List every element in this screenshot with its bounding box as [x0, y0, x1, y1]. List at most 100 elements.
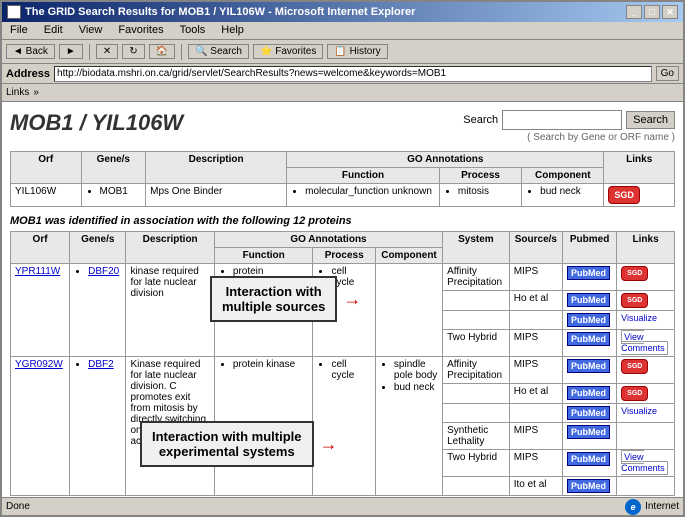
pubmed-btn-1-3[interactable]: PubMed: [567, 332, 610, 346]
menu-favorites[interactable]: Favorites: [114, 24, 167, 37]
title-bar-buttons[interactable]: _ □ ✕: [626, 5, 678, 19]
links-bar: Links »: [2, 84, 683, 102]
forward-button[interactable]: ►: [59, 44, 83, 59]
view-comments-1[interactable]: View Comments: [621, 330, 668, 355]
bot-src-2-4: MIPS: [509, 450, 562, 477]
ie-window-icon: e: [7, 5, 21, 19]
th-links-bot: Links: [617, 232, 675, 264]
main-content: MOB1 / YIL106W Search Search ( Search by…: [2, 102, 683, 497]
favorites-button[interactable]: ⭐ Favorites: [253, 44, 323, 59]
orf-link-2[interactable]: YGR092W: [15, 359, 63, 370]
search-toolbar-button[interactable]: 🔍 Search: [188, 44, 249, 59]
bot-comp-2: spindle pole body bud neck: [375, 357, 442, 496]
menu-help[interactable]: Help: [217, 24, 248, 37]
go-button[interactable]: Go: [656, 66, 679, 81]
pubmed-btn-2-0[interactable]: PubMed: [567, 359, 610, 373]
search-hint: ( Search by Gene or ORF name ): [527, 132, 675, 143]
bot-desc-1: kinase required for late nuclear divisio…: [126, 264, 214, 357]
top-orf: YIL106W: [11, 184, 82, 207]
gene-link-2[interactable]: DBF2: [88, 359, 114, 370]
sgd-icon-2-1[interactable]: SGD: [621, 386, 648, 401]
history-button[interactable]: 📋 History: [327, 44, 387, 59]
sgd-icon-1-1[interactable]: SGD: [621, 293, 648, 308]
links-bar-label: Links: [6, 87, 29, 98]
association-text-em: MOB1 was identified in association with …: [10, 215, 352, 227]
top-desc: Mps One Binder: [146, 184, 287, 207]
bot-links-2-1: SGD: [617, 384, 675, 404]
bot-sys-1-1: [443, 291, 510, 311]
bot-pub-2-4: PubMed: [563, 450, 617, 477]
menu-edit[interactable]: Edit: [40, 24, 67, 37]
bot-src-2-2: [509, 404, 562, 423]
menu-file[interactable]: File: [6, 24, 32, 37]
visualize-link-1[interactable]: Visualize: [621, 313, 657, 323]
pubmed-btn-1-2[interactable]: PubMed: [567, 313, 610, 327]
callout-multiple-sources: Interaction withmultiple sources →: [210, 276, 361, 322]
status-text: Done: [6, 501, 30, 512]
th-orf-bot: Orf: [11, 232, 70, 264]
callout-arrow-sources: →: [343, 289, 361, 310]
pubmed-btn-2-4[interactable]: PubMed: [567, 452, 610, 466]
visualize-link-2[interactable]: Visualize: [621, 406, 657, 416]
bot-sys-2-2: [443, 404, 510, 423]
address-bar: Address Go: [2, 64, 683, 84]
address-input[interactable]: [54, 66, 652, 82]
th-go-top: GO Annotations: [287, 152, 604, 168]
refresh-button[interactable]: ↻: [122, 44, 144, 59]
close-button[interactable]: ✕: [662, 5, 678, 19]
th-comp-top: Component: [522, 168, 604, 184]
th-sys-bot: System: [443, 232, 510, 264]
status-zone: Internet: [645, 501, 679, 512]
pubmed-btn-1-1[interactable]: PubMed: [567, 293, 610, 307]
pubmed-btn-1-0[interactable]: PubMed: [567, 266, 610, 280]
search-input[interactable]: [502, 110, 622, 130]
bot-gene-2: DBF2: [70, 357, 126, 496]
bot-sys-2-4: Two Hybrid: [443, 450, 510, 477]
bot-pub-2-0: PubMed: [563, 357, 617, 384]
bot-src-2-3: MIPS: [509, 423, 562, 450]
comp-item-2-0: spindle pole body: [394, 359, 438, 381]
back-button[interactable]: ◄ Back: [6, 44, 55, 59]
top-proc-item: mitosis: [458, 186, 517, 197]
stop-button[interactable]: ✕: [96, 44, 118, 59]
bot-pub-2-2: PubMed: [563, 404, 617, 423]
th-func-top: Function: [287, 168, 440, 184]
menu-tools[interactable]: Tools: [176, 24, 210, 37]
menu-view[interactable]: View: [75, 24, 107, 37]
sgd-icon-1-0[interactable]: SGD: [621, 266, 648, 281]
top-gene: MOB1: [81, 184, 146, 207]
bot-links-2-0: SGD: [617, 357, 675, 384]
bot-links-1-2: Visualize: [617, 311, 675, 330]
bot-sys-2-5: [443, 477, 510, 496]
th-src-bot: Source/s: [509, 232, 562, 264]
search-button[interactable]: Search: [626, 111, 675, 129]
th-comp-bot: Component: [375, 248, 442, 264]
bot-gene-1: DBF20: [70, 264, 126, 357]
home-button[interactable]: 🏠: [149, 44, 175, 59]
view-comments-2[interactable]: View Comments: [621, 450, 668, 475]
minimize-button[interactable]: _: [626, 5, 642, 19]
th-pub-bot: Pubmed: [563, 232, 617, 264]
sgd-icon-top[interactable]: SGD: [608, 186, 640, 204]
pubmed-btn-2-5[interactable]: PubMed: [567, 479, 610, 493]
status-right: e Internet: [625, 499, 679, 515]
sgd-icon-2-0[interactable]: SGD: [621, 359, 648, 374]
orf-link-1[interactable]: YPR111W: [15, 266, 60, 277]
top-table: Orf Gene/s Description GO Annotations Li…: [10, 151, 675, 207]
top-gene-item: MOB1: [100, 186, 142, 197]
pubmed-btn-2-3[interactable]: PubMed: [567, 425, 610, 439]
window-title: The GRID Search Results for MOB1 / YIL10…: [25, 6, 415, 18]
maximize-button[interactable]: □: [644, 5, 660, 19]
gene-link-1[interactable]: DBF20: [88, 266, 119, 277]
pubmed-btn-2-1[interactable]: PubMed: [567, 386, 610, 400]
top-proc: mitosis: [439, 184, 521, 207]
pubmed-btn-2-2[interactable]: PubMed: [567, 406, 610, 420]
search-area: Search Search ( Search by Gene or ORF na…: [463, 110, 675, 143]
bot-links-2-2: Visualize: [617, 404, 675, 423]
bot-src-1-0: MIPS: [509, 264, 562, 291]
table-row: YGR092W DBF2 Kinase required for late nu…: [11, 357, 675, 384]
bot-pub-1-0: PubMed: [563, 264, 617, 291]
bot-src-1-1: Ho et al: [509, 291, 562, 311]
bottom-table-container: Orf Gene/s Description GO Annotations Sy…: [10, 231, 675, 496]
bot-orf-1: YPR111W: [11, 264, 70, 357]
